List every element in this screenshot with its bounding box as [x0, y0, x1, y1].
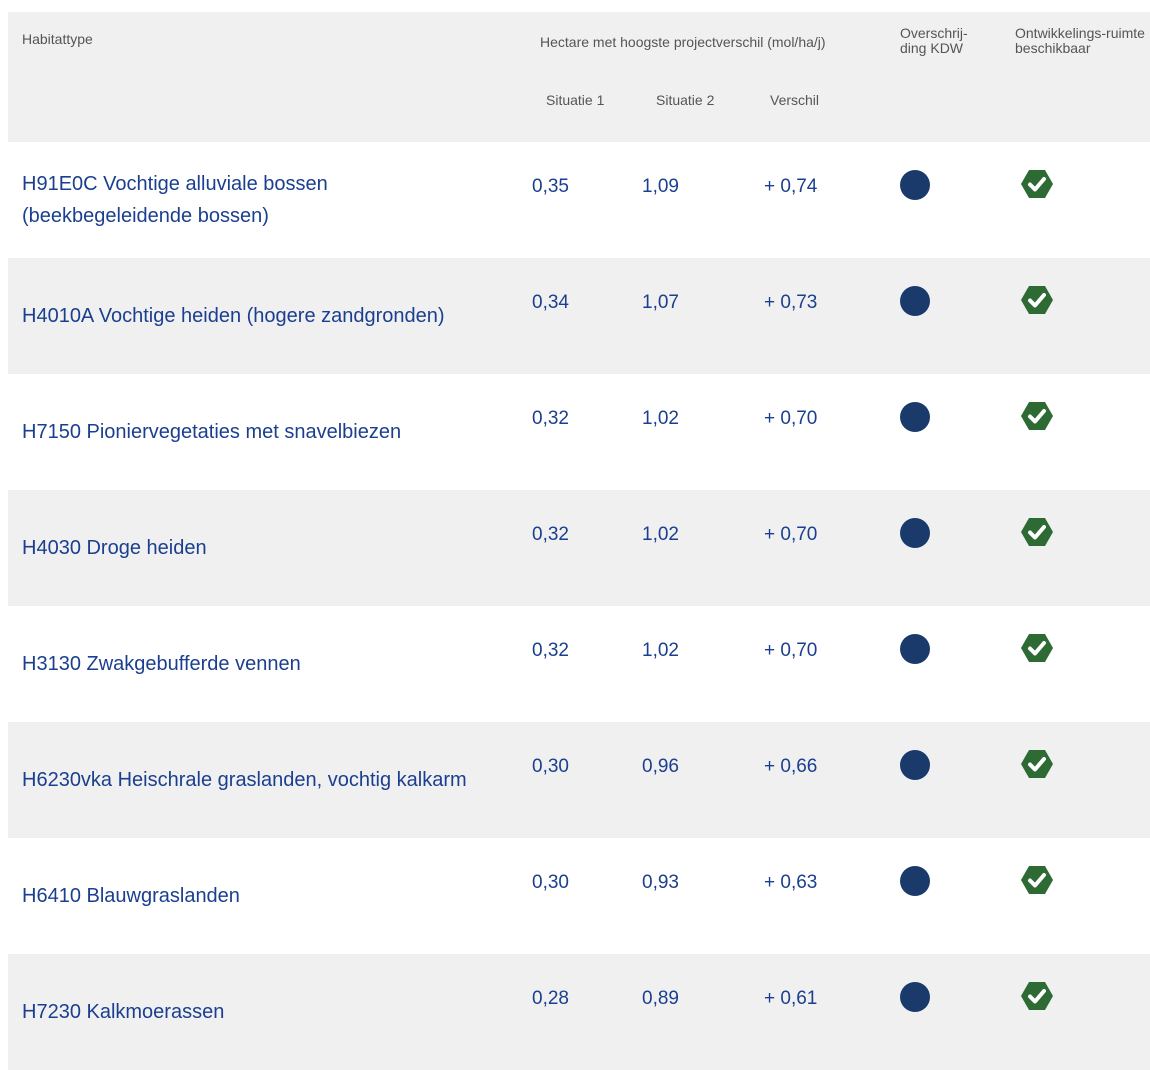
- column-header-ontwikkelingsruimte: Ontwikkelings-ruimte beschikbaar: [1015, 25, 1145, 56]
- check-badge-icon: [1021, 170, 1053, 198]
- check-badge-icon: [1021, 750, 1053, 778]
- situatie-1-value: 0,30: [532, 756, 569, 777]
- filled-dot-icon: [900, 982, 930, 1012]
- check-badge-icon: [1021, 866, 1053, 894]
- situatie-1-value: 0,32: [532, 640, 569, 661]
- situatie-2-value: 1,09: [642, 176, 679, 197]
- filled-dot-icon: [900, 866, 930, 896]
- table-row: H4010A Vochtige heiden (hogere zandgrond…: [8, 258, 1150, 374]
- habitat-name: H7230 Kalkmoerassen: [22, 1001, 225, 1023]
- table-header: Habitattype Hectare met hoogste projectv…: [8, 12, 1150, 142]
- filled-dot-icon: [900, 750, 930, 780]
- situatie-1-value: 0,34: [532, 292, 569, 313]
- verschil-value: + 0,70: [764, 640, 818, 661]
- verschil-value: + 0,74: [764, 176, 818, 197]
- table-row: H3130 Zwakgebufferde vennen 0,32 1,02 + …: [8, 606, 1150, 722]
- habitat-table: Habitattype Hectare met hoogste projectv…: [8, 12, 1150, 1070]
- check-badge-icon: [1021, 518, 1053, 546]
- check-badge-icon: [1021, 982, 1053, 1010]
- filled-dot-icon: [900, 634, 930, 664]
- column-header-habitattype: Habitattype: [22, 31, 93, 47]
- check-badge-icon: [1021, 286, 1053, 314]
- situatie-2-value: 0,89: [642, 988, 679, 1009]
- situatie-2-value: 1,02: [642, 640, 679, 661]
- verschil-value: + 0,61: [764, 988, 818, 1009]
- habitat-name: H6230vka Heischrale graslanden, vochtig …: [22, 769, 467, 791]
- situatie-1-value: 0,35: [532, 176, 569, 197]
- table-row: H6410 Blauwgraslanden 0,30 0,93 + 0,63: [8, 838, 1150, 954]
- habitat-name: H4030 Droge heiden: [22, 537, 207, 559]
- verschil-value: + 0,63: [764, 872, 818, 893]
- situatie-1-value: 0,30: [532, 872, 569, 893]
- situatie-2-value: 1,02: [642, 524, 679, 545]
- table-row: H7230 Kalkmoerassen 0,28 0,89 + 0,61: [8, 954, 1150, 1070]
- habitat-name: H91E0C Vochtige alluviale bossen (beekbe…: [22, 173, 328, 227]
- habitat-name: H4010A Vochtige heiden (hogere zandgrond…: [22, 305, 445, 327]
- table-row: H91E0C Vochtige alluviale bossen (beekbe…: [8, 142, 1150, 258]
- column-header-situatie-2: Situatie 2: [656, 92, 715, 108]
- check-badge-icon: [1021, 402, 1053, 430]
- table-row: H6230vka Heischrale graslanden, vochtig …: [8, 722, 1150, 838]
- habitat-name: H6410 Blauwgraslanden: [22, 885, 240, 907]
- filled-dot-icon: [900, 518, 930, 548]
- verschil-value: + 0,70: [764, 524, 818, 545]
- filled-dot-icon: [900, 170, 930, 200]
- situatie-1-value: 0,32: [532, 408, 569, 429]
- situatie-2-value: 1,07: [642, 292, 679, 313]
- situatie-1-value: 0,28: [532, 988, 569, 1009]
- column-header-overschrijding: Overschrij-ding KDW: [900, 25, 968, 56]
- habitat-name: H7150 Pioniervegetaties met snavelbiezen: [22, 421, 402, 443]
- verschil-value: + 0,70: [764, 408, 818, 429]
- table-row: H7150 Pioniervegetaties met snavelbiezen…: [8, 374, 1150, 490]
- filled-dot-icon: [900, 286, 930, 316]
- situatie-2-value: 0,96: [642, 756, 679, 777]
- check-badge-icon: [1021, 634, 1053, 662]
- verschil-value: + 0,73: [764, 292, 818, 313]
- situatie-1-value: 0,32: [532, 524, 569, 545]
- situatie-2-value: 1,02: [642, 408, 679, 429]
- verschil-value: + 0,66: [764, 756, 818, 777]
- situatie-2-value: 0,93: [642, 872, 679, 893]
- filled-dot-icon: [900, 402, 930, 432]
- table-row: H4030 Droge heiden 0,32 1,02 + 0,70: [8, 490, 1150, 606]
- column-header-hectare: Hectare met hoogste projectverschil (mol…: [540, 34, 826, 50]
- habitat-name: H3130 Zwakgebufferde vennen: [22, 653, 301, 675]
- column-header-situatie-1: Situatie 1: [546, 92, 605, 108]
- column-header-verschil: Verschil: [770, 92, 820, 108]
